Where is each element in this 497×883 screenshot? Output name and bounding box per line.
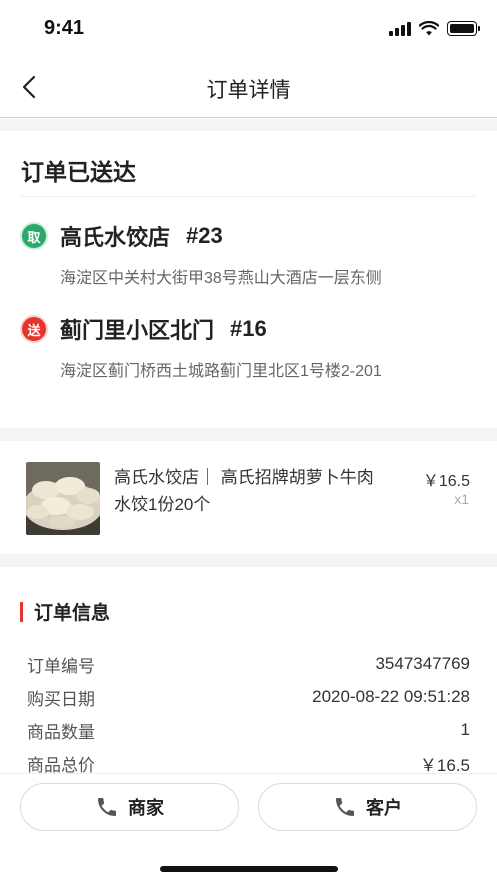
dropoff-badge: 送 [22,317,46,341]
product-image [26,462,100,535]
pickup-number: #23 [186,223,223,248]
section-divider [0,554,497,567]
pickup-address: 海淀区中关村大街甲38号燕山大酒店一层东侧 [60,270,382,287]
order-info-title: 订单信息 [34,603,111,624]
phone-icon [333,795,357,819]
info-row-purchase-date: 购买日期 2020-08-22 09:51:28 [27,687,470,709]
section-divider [0,119,497,131]
pickup-stop: 取 高氏水饺店 #23 海淀区中关村大街甲38号燕山大酒店一层东侧 [22,220,472,288]
pickup-name: 高氏水饺店 [60,225,171,250]
product-item[interactable]: 高氏水饺店｜ 高氏招牌胡萝卜牛肉 水饺1份20个 ￥16.5 x1 [0,441,497,554]
signal-icon [389,21,411,36]
dropoff-stop: 送 蓟门里小区北门 #16 海淀区蓟门桥西土城路蓟门里北区1号楼2-201 [22,313,472,381]
info-row-total: 商品总价 ￥16.5 [27,755,470,774]
page-title: 订单详情 [206,79,291,102]
home-indicator[interactable] [160,866,338,872]
order-info-header: 订单信息 [20,598,110,625]
battery-icon [447,21,480,36]
product-price: ￥16.5 [422,473,470,490]
accent-bar [20,601,23,622]
divider [21,196,476,197]
phone-icon [95,795,119,819]
product-quantity: x1 [454,491,469,507]
dropoff-name: 蓟门里小区北门 [60,318,215,343]
order-info-section: 订单信息 订单编号 3547347769 购买日期 2020-08-22 09:… [0,567,497,773]
dropoff-address: 海淀区蓟门桥西土城路蓟门里北区1号楼2-201 [60,363,382,380]
product-name: 高氏水饺店｜ 高氏招牌胡萝卜牛肉 水饺1份20个 [114,468,374,514]
info-row-order-number: 订单编号 3547347769 [27,654,470,676]
call-customer-button[interactable]: 客户 [258,783,477,831]
call-merchant-label: 商家 [128,798,164,818]
bottom-action-bar: 商家 客户 [0,773,497,883]
info-row-quantity: 商品数量 1 [27,720,470,742]
call-customer-label: 客户 [366,798,402,818]
status-bar: 9:41 [0,0,497,58]
wifi-icon [419,21,439,36]
status-icons [389,21,480,36]
delivery-section: 订单已送达 取 高氏水饺店 #23 海淀区中关村大街甲38号燕山大酒店一层东侧 … [0,131,497,428]
section-divider [0,428,497,441]
call-merchant-button[interactable]: 商家 [20,783,239,831]
dropoff-number: #16 [230,316,267,341]
order-status: 订单已送达 [21,159,136,185]
status-time: 9:41 [44,17,85,39]
navigation-bar: 订单详情 [0,58,497,118]
pickup-badge: 取 [22,224,46,248]
